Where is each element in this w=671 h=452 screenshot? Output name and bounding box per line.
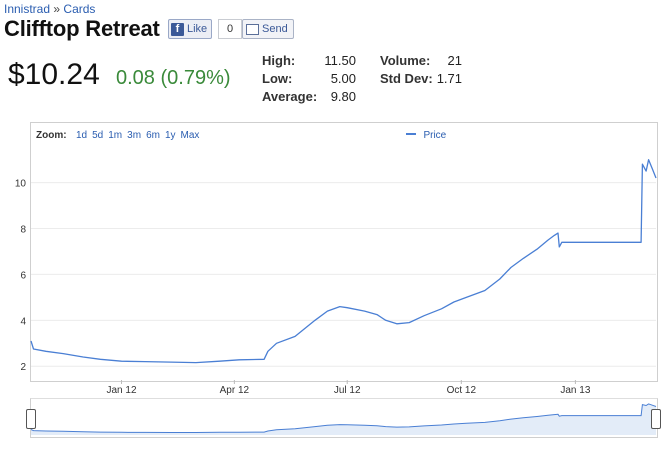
navigator-area [31, 403, 656, 435]
navigator-right-handle[interactable] [651, 409, 661, 429]
navigator-plot [30, 403, 657, 435]
navigator-left-handle[interactable] [26, 409, 36, 429]
